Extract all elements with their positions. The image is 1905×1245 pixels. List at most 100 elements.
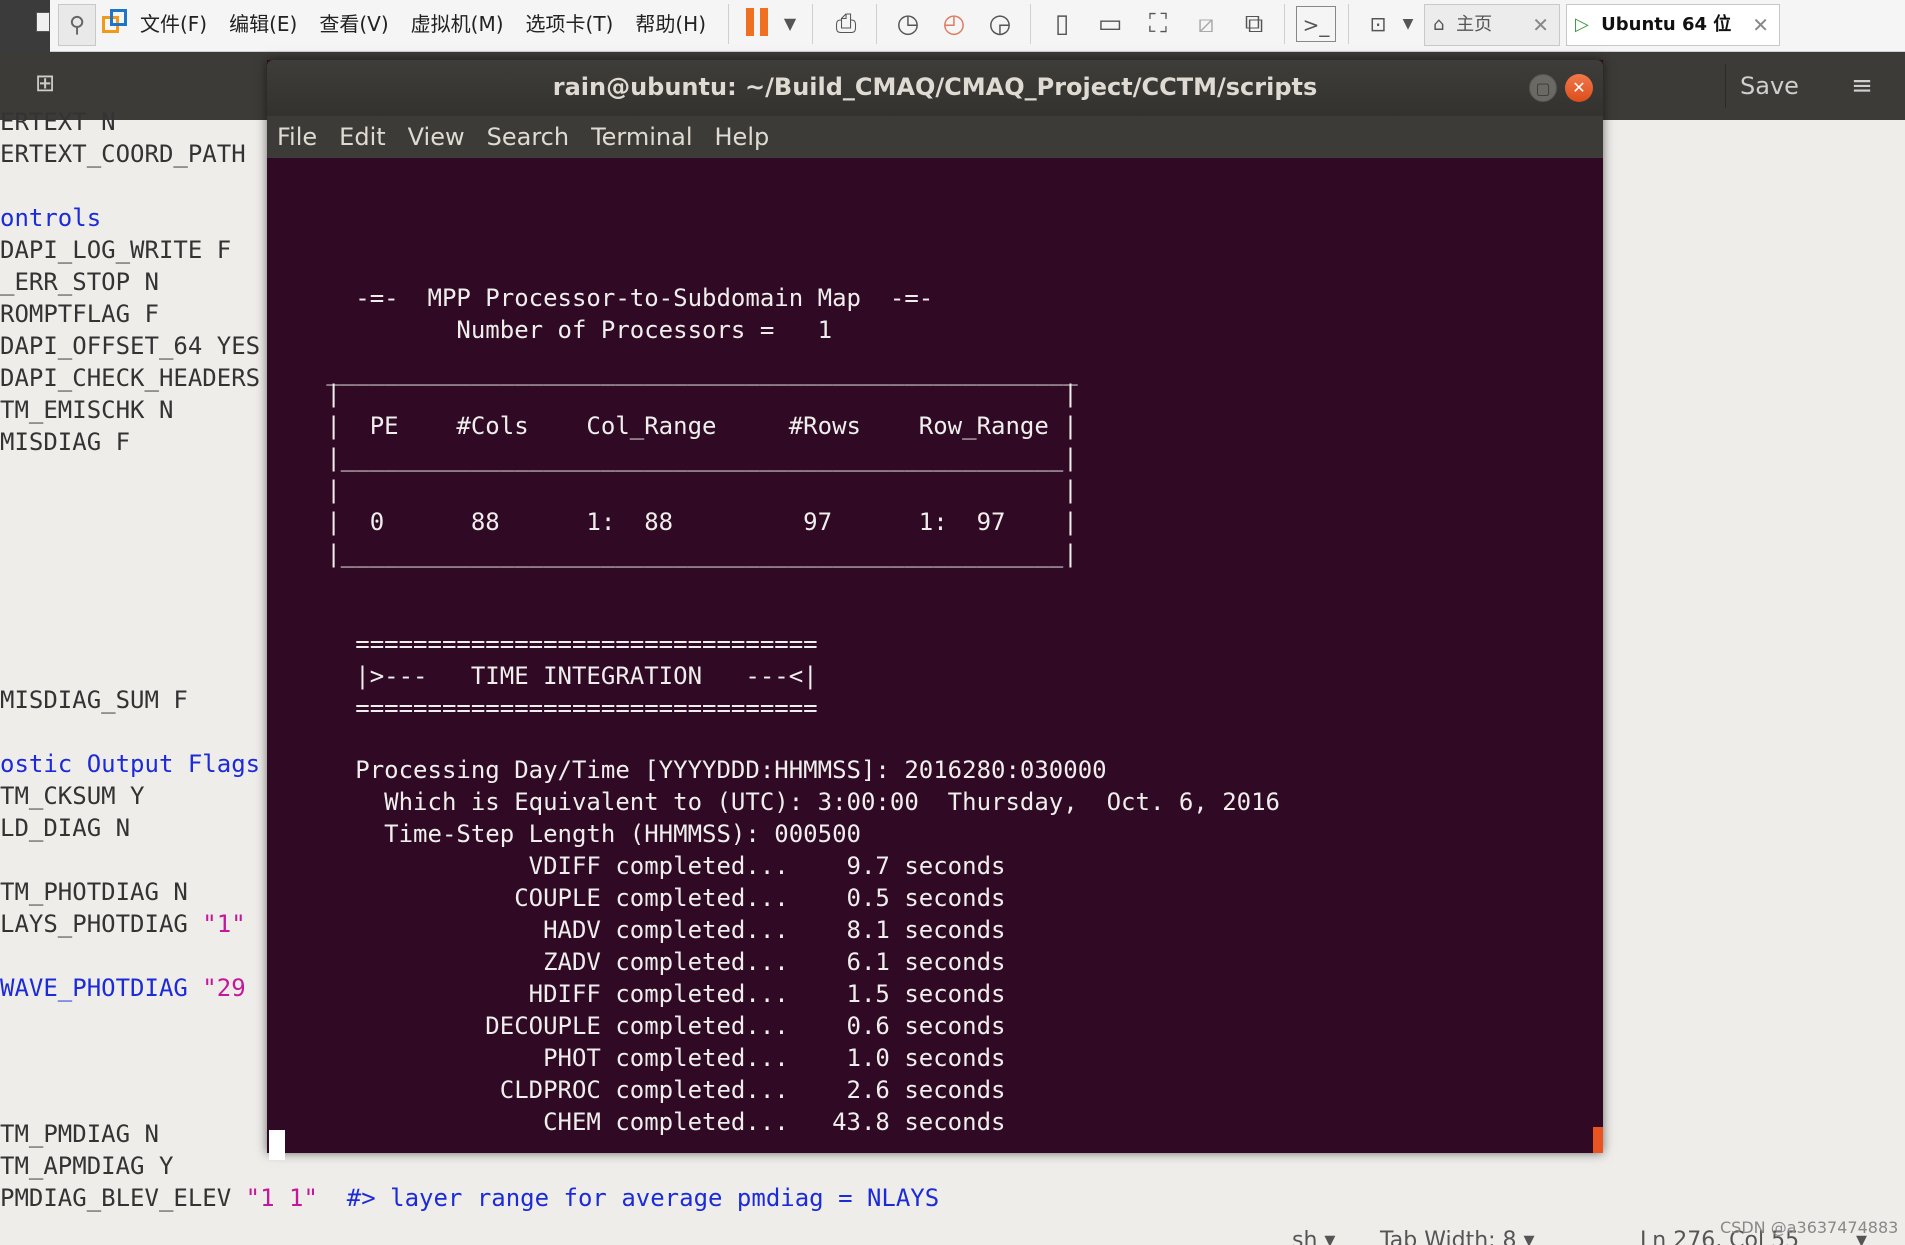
editor-line: TM_PMDIAG N — [0, 1120, 159, 1148]
terminal-line: COUPLE completed... 0.5 seconds — [283, 884, 1006, 912]
editor-line: _ERR_STOP N — [0, 268, 159, 296]
snapshot-manager-icon[interactable]: ◶ — [980, 6, 1020, 42]
home-icon: ⌂ — [1433, 14, 1445, 35]
terminal-line: ================================ — [283, 694, 818, 722]
snapshot-icon[interactable]: ◷ — [888, 6, 928, 42]
fullscreen-icon[interactable]: ⛶ — [1138, 6, 1178, 42]
terminal-icon[interactable]: >_ — [1296, 6, 1336, 42]
terminal-menu-help[interactable]: Help — [715, 116, 770, 158]
console-view-icon[interactable]: ⧉ — [1234, 6, 1274, 42]
editor-line: ostic Output Flags — [0, 750, 261, 778]
vm-sidebar-edge — [0, 0, 50, 52]
terminal-line: |>--- TIME INTEGRATION ---<| — [283, 662, 818, 690]
editor-comment: #> layer range for average pmdiag = NLAY… — [317, 1184, 940, 1212]
vm-running-icon: ▷ — [1575, 14, 1589, 35]
tab-ubuntu-close-icon[interactable]: ✕ — [1752, 5, 1769, 45]
unity-icon[interactable]: ⧄ — [1186, 6, 1226, 42]
library-icon[interactable] — [36, 12, 50, 32]
terminal-line: DECOUPLE completed... 0.6 seconds — [283, 1012, 1006, 1040]
terminal-line: |_______________________________________… — [283, 540, 1078, 568]
tab-home-label: 主页 — [1456, 14, 1493, 35]
vmware-toolbar: ⚲ 文件(F) 编辑(E) 查看(V) 虚拟机(M) 选项卡(T) 帮助(H) … — [0, 0, 1905, 52]
editor-line: LD_DIAG N — [0, 814, 131, 842]
maximize-icon[interactable]: ▢ — [1529, 74, 1557, 102]
pause-icon-bar[interactable] — [760, 8, 768, 36]
new-document-icon[interactable]: ⊞ — [30, 68, 60, 98]
vm-menu-edit[interactable]: 编辑(E) — [229, 8, 297, 37]
pause-dropdown-icon[interactable]: ▼ — [778, 6, 802, 42]
thumbnail-bar-icon[interactable]: ▭ — [1090, 6, 1130, 42]
terminal-menu-bar: File Edit View Search Terminal Help — [267, 116, 1603, 158]
hamburger-menu-icon[interactable]: ≡ — [1840, 64, 1884, 108]
toolbar-separator — [876, 4, 877, 44]
toolbar-separator — [1284, 4, 1285, 44]
editor-line: ROMPTFLAG F — [0, 300, 159, 328]
pin-icon[interactable]: ⚲ — [58, 4, 96, 46]
editor-line: ERTEXT N — [0, 108, 116, 136]
save-button[interactable]: Save — [1725, 64, 1813, 108]
language-selector[interactable]: sh ▾ — [1292, 1228, 1335, 1245]
terminal-menu-edit[interactable]: Edit — [339, 116, 385, 158]
terminal-line: Processing Day/Time [YYYYDDD:HHMMSS]: 20… — [283, 756, 1107, 784]
vm-menu-file[interactable]: 文件(F) — [140, 8, 207, 37]
terminal-line: Which is Equivalent to (UTC): 3:00:00 Th… — [283, 788, 1280, 816]
terminal-line: HDIFF completed... 1.5 seconds — [283, 980, 1006, 1008]
resize-handle[interactable] — [1593, 1127, 1603, 1153]
editor-line-text: PMDIAG_BLEV_ELEV — [0, 1184, 246, 1212]
vm-menu-tabs[interactable]: 选项卡(T) — [526, 8, 614, 37]
toolbar-separator — [812, 4, 813, 44]
vm-menu-vm[interactable]: 虚拟机(M) — [411, 8, 504, 37]
editor-string: "29 — [202, 974, 246, 1002]
terminal-line: | | — [283, 476, 1078, 504]
editor-line: ERTEXT_COORD_PATH — [0, 140, 246, 168]
tab-width-selector[interactable]: Tab Width: 8 ▾ — [1380, 1228, 1535, 1245]
tab-ubuntu-label: Ubuntu 64 位 — [1601, 14, 1732, 35]
terminal-line: VDIFF completed... 9.7 seconds — [283, 852, 1006, 880]
terminal-menu-terminal[interactable]: Terminal — [591, 116, 692, 158]
editor-line: TM_APMDIAG Y — [0, 1152, 174, 1180]
terminal-line: Time-Step Length (HHMMSS): 000500 — [283, 820, 861, 848]
editor-line: TM_CKSUM Y — [0, 782, 145, 810]
toolbar-separator — [728, 4, 729, 44]
terminal-output[interactable]: -=- MPP Processor-to-Subdomain Map -=- N… — [267, 158, 1603, 1160]
terminal-line: ZADV completed... 6.1 seconds — [283, 948, 1006, 976]
terminal-line: CHEM completed... 43.8 seconds — [283, 1108, 1006, 1136]
tab-ubuntu[interactable]: ▷ Ubuntu 64 位 ✕ — [1566, 4, 1780, 46]
close-icon[interactable]: ✕ — [1565, 74, 1593, 102]
send-ctrl-alt-del-icon[interactable]: ⎙ — [826, 6, 866, 42]
stretch-display-icon[interactable]: ⊡ — [1358, 6, 1398, 42]
show-library-icon[interactable]: ▯ — [1042, 6, 1082, 42]
terminal-line: PHOT completed... 1.0 seconds — [283, 1044, 1006, 1072]
tab-home-close-icon[interactable]: ✕ — [1532, 5, 1549, 45]
terminal-window: rain@ubuntu: ~/Build_CMAQ/CMAQ_Project/C… — [267, 60, 1603, 1160]
editor-line: LAYS_PHOTDIAG "1" — [0, 908, 246, 940]
editor-line: MISDIAG F — [0, 428, 131, 456]
terminal-menu-file[interactable]: File — [277, 116, 317, 158]
terminal-line: | | — [283, 380, 1078, 408]
tab-home[interactable]: ⌂ 主页 ✕ — [1424, 4, 1560, 46]
editor-line-text: WAVE_PHOTDIAG — [0, 974, 203, 1002]
editor-line: DAPI_OFFSET_64 YES — [0, 332, 261, 360]
terminal-menu-view[interactable]: View — [408, 116, 465, 158]
editor-line-text: LAYS_PHOTDIAG — [0, 910, 203, 938]
vm-menu-view[interactable]: 查看(V) — [319, 8, 388, 37]
editor-line: PMDIAG_BLEV_ELEV "1 1" #> layer range fo… — [0, 1182, 939, 1214]
terminal-title: rain@ubuntu: ~/Build_CMAQ/CMAQ_Project/C… — [267, 60, 1603, 116]
vm-menu-help[interactable]: 帮助(H) — [635, 8, 706, 37]
editor-line: TM_PHOTDIAG N — [0, 878, 188, 906]
terminal-line: | PE #Cols Col_Range #Rows Row_Range | — [283, 412, 1078, 440]
revert-snapshot-icon[interactable]: ◴ — [934, 6, 974, 42]
terminal-line: ================================ — [283, 630, 818, 658]
terminal-line: Number of Processors = 1 — [283, 316, 833, 344]
pause-icon[interactable] — [746, 8, 754, 36]
editor-line: ontrols — [0, 204, 102, 232]
stretch-dropdown-icon[interactable]: ▼ — [1398, 6, 1418, 42]
editor-string: "1" — [202, 910, 246, 938]
toolbar-separator — [1348, 4, 1349, 44]
toolbar-separator — [1030, 4, 1031, 44]
terminal-line: | 0 88 1: 88 97 1: 97 | — [283, 508, 1078, 536]
terminal-menu-search[interactable]: Search — [487, 116, 569, 158]
editor-line: MISDIAG_SUM F — [0, 686, 188, 714]
terminal-line: |_______________________________________… — [283, 444, 1078, 472]
terminal-line: CLDPROC completed... 2.6 seconds — [283, 1076, 1006, 1104]
